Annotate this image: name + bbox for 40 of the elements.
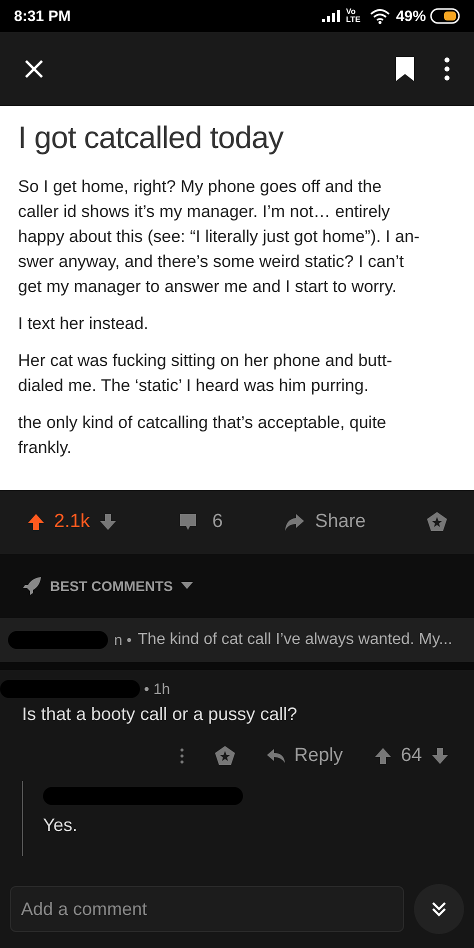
battery-level: 49% xyxy=(396,8,426,24)
network-label: Vo LTE xyxy=(346,8,362,24)
award-icon[interactable] xyxy=(214,745,236,767)
comment-count: 6 xyxy=(212,511,223,533)
comment-field[interactable]: Add a comment xyxy=(10,886,404,932)
status-time: 8:31 PM xyxy=(14,8,71,24)
reply-button[interactable]: Reply xyxy=(294,745,343,767)
award-icon[interactable] xyxy=(426,511,448,533)
share-button[interactable]: Share xyxy=(315,511,366,533)
post-paragraph: So I get home, right? My phone goes off and the caller id shows it’s my manager. I’m not… entirely happy about this (see: “I literally just got home”). I an-swer anyway, and there’s some weird static? I can’t get my manager to answer me and I start to worry. xyxy=(18,176,421,298)
post-score: 2.1k xyxy=(54,511,90,533)
reply-icon[interactable] xyxy=(266,748,286,764)
sort-dropdown[interactable]: BEST COMMENTS xyxy=(50,578,173,594)
wifi-icon xyxy=(370,8,390,24)
close-icon[interactable] xyxy=(24,59,44,79)
downvote-icon[interactable] xyxy=(430,746,450,766)
menu-icon[interactable] xyxy=(444,57,450,81)
comment-text: Is that a booty call or a pussy call? xyxy=(21,703,298,726)
battery-icon xyxy=(430,8,460,24)
post-paragraph: Her cat was fucking sitting on her phone and butt-dialed me. The ‘static’ I heard was him purring. xyxy=(18,350,394,397)
post-title: I got catcalled today xyxy=(18,120,285,156)
post-paragraph: I text her instead. xyxy=(18,313,150,335)
scroll-down-button[interactable] xyxy=(414,884,464,934)
rocket-icon xyxy=(22,576,42,596)
signal-icon xyxy=(322,10,340,22)
comment-meta: • 1h xyxy=(144,680,170,698)
comment-score: 64 xyxy=(400,745,422,767)
downvote-icon[interactable] xyxy=(98,512,118,532)
bookmark-icon[interactable] xyxy=(394,56,416,82)
comment-icon[interactable] xyxy=(178,512,198,532)
comment-meta: n • xyxy=(114,632,132,648)
more-icon[interactable] xyxy=(180,748,184,764)
comment-text: Yes. xyxy=(43,815,78,836)
upvote-icon[interactable] xyxy=(26,512,46,532)
upvote-icon[interactable] xyxy=(372,746,393,766)
share-icon[interactable] xyxy=(283,512,306,532)
caret-icon[interactable] xyxy=(180,582,193,590)
comment-preview[interactable]: The kind of cat call I’ve always wanted. My... xyxy=(138,631,452,649)
chevrons-down-icon xyxy=(430,900,448,918)
post-paragraph: the only kind of catcalling that’s acceptable, quite frankly. xyxy=(18,412,388,459)
